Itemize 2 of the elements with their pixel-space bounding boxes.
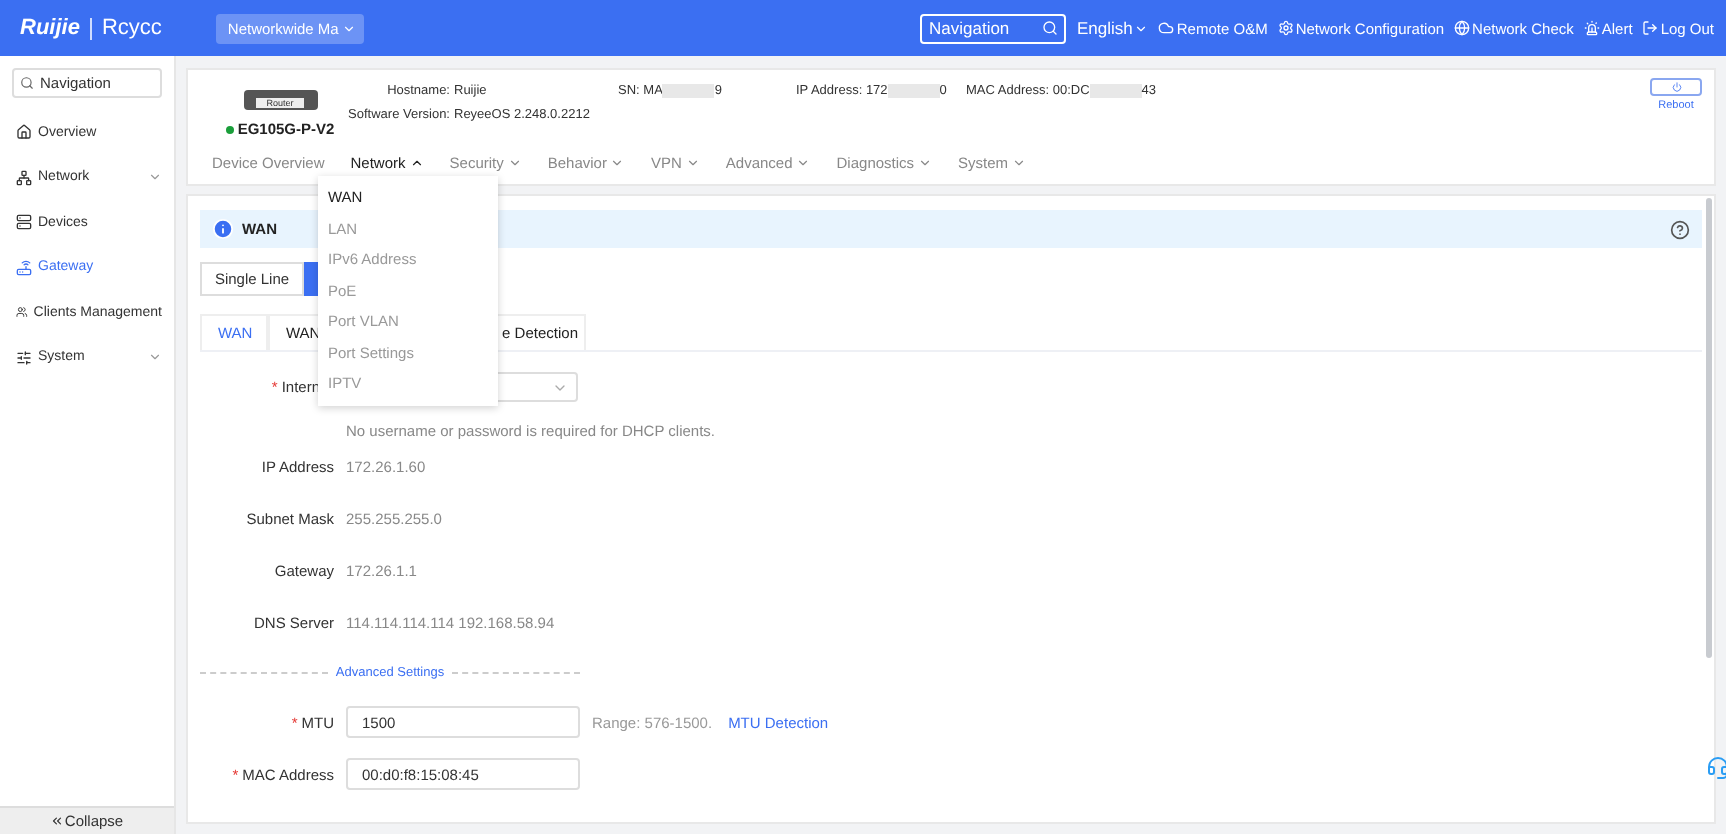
product-name: Rcycc (101, 16, 162, 40)
logo: Ruijie (20, 16, 80, 40)
